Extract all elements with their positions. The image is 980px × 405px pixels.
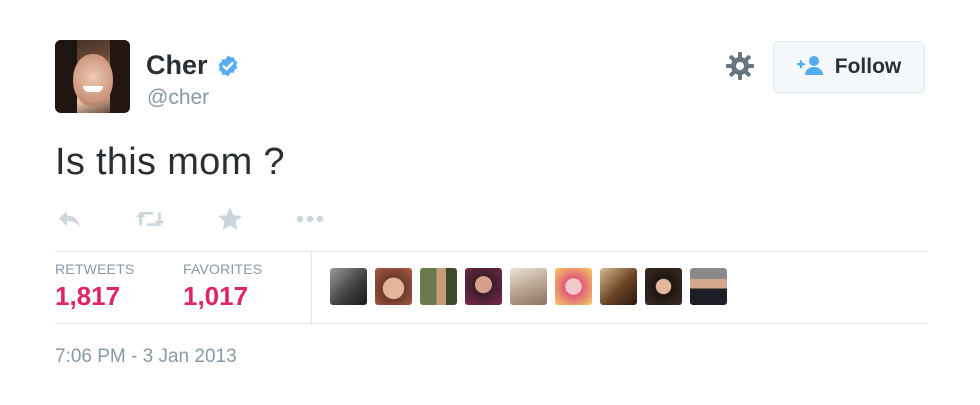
- favorites-count: 1,017: [183, 281, 249, 311]
- star-icon[interactable]: [215, 204, 245, 234]
- favoriter-avatar[interactable]: [375, 268, 412, 305]
- retweets-stat[interactable]: RETWEETS 1,817: [55, 261, 134, 312]
- reply-icon[interactable]: [55, 204, 85, 234]
- favoriter-avatar[interactable]: [600, 268, 637, 305]
- user-handle[interactable]: @cher: [147, 86, 209, 110]
- follow-label: Follow: [834, 55, 902, 78]
- divider-bottom: [55, 323, 927, 324]
- favoriter-avatar[interactable]: [555, 268, 592, 305]
- favoriter-avatar[interactable]: [645, 268, 682, 305]
- user-name-row: Cher: [146, 50, 240, 81]
- stats-divider: [311, 252, 312, 323]
- tweet-text: Is this mom ?: [55, 141, 285, 183]
- favoriter-avatars: [330, 268, 727, 305]
- retweets-count: 1,817: [55, 281, 121, 311]
- divider-top: [55, 251, 927, 252]
- favorites-label: FAVORITES: [183, 261, 263, 277]
- favoriter-avatar[interactable]: [510, 268, 547, 305]
- favoriter-avatar[interactable]: [465, 268, 502, 305]
- follow-button[interactable]: Follow: [773, 41, 925, 93]
- favoriter-avatar[interactable]: [690, 268, 727, 305]
- tweet-actions: [55, 204, 325, 234]
- more-dots-icon[interactable]: [295, 204, 325, 234]
- retweets-label: RETWEETS: [55, 261, 135, 277]
- favoriter-avatar[interactable]: [330, 268, 367, 305]
- tweet-timestamp[interactable]: 7:06 PM - 3 Jan 2013: [55, 346, 237, 368]
- retweet-icon[interactable]: [135, 204, 165, 234]
- display-name[interactable]: Cher: [146, 50, 208, 81]
- verified-badge-icon: [216, 54, 240, 78]
- favorites-stat[interactable]: FAVORITES 1,017: [183, 261, 262, 312]
- add-user-icon: [796, 55, 825, 80]
- user-avatar[interactable]: [55, 40, 130, 113]
- favoriter-avatar[interactable]: [420, 268, 457, 305]
- gear-icon[interactable]: [724, 50, 756, 82]
